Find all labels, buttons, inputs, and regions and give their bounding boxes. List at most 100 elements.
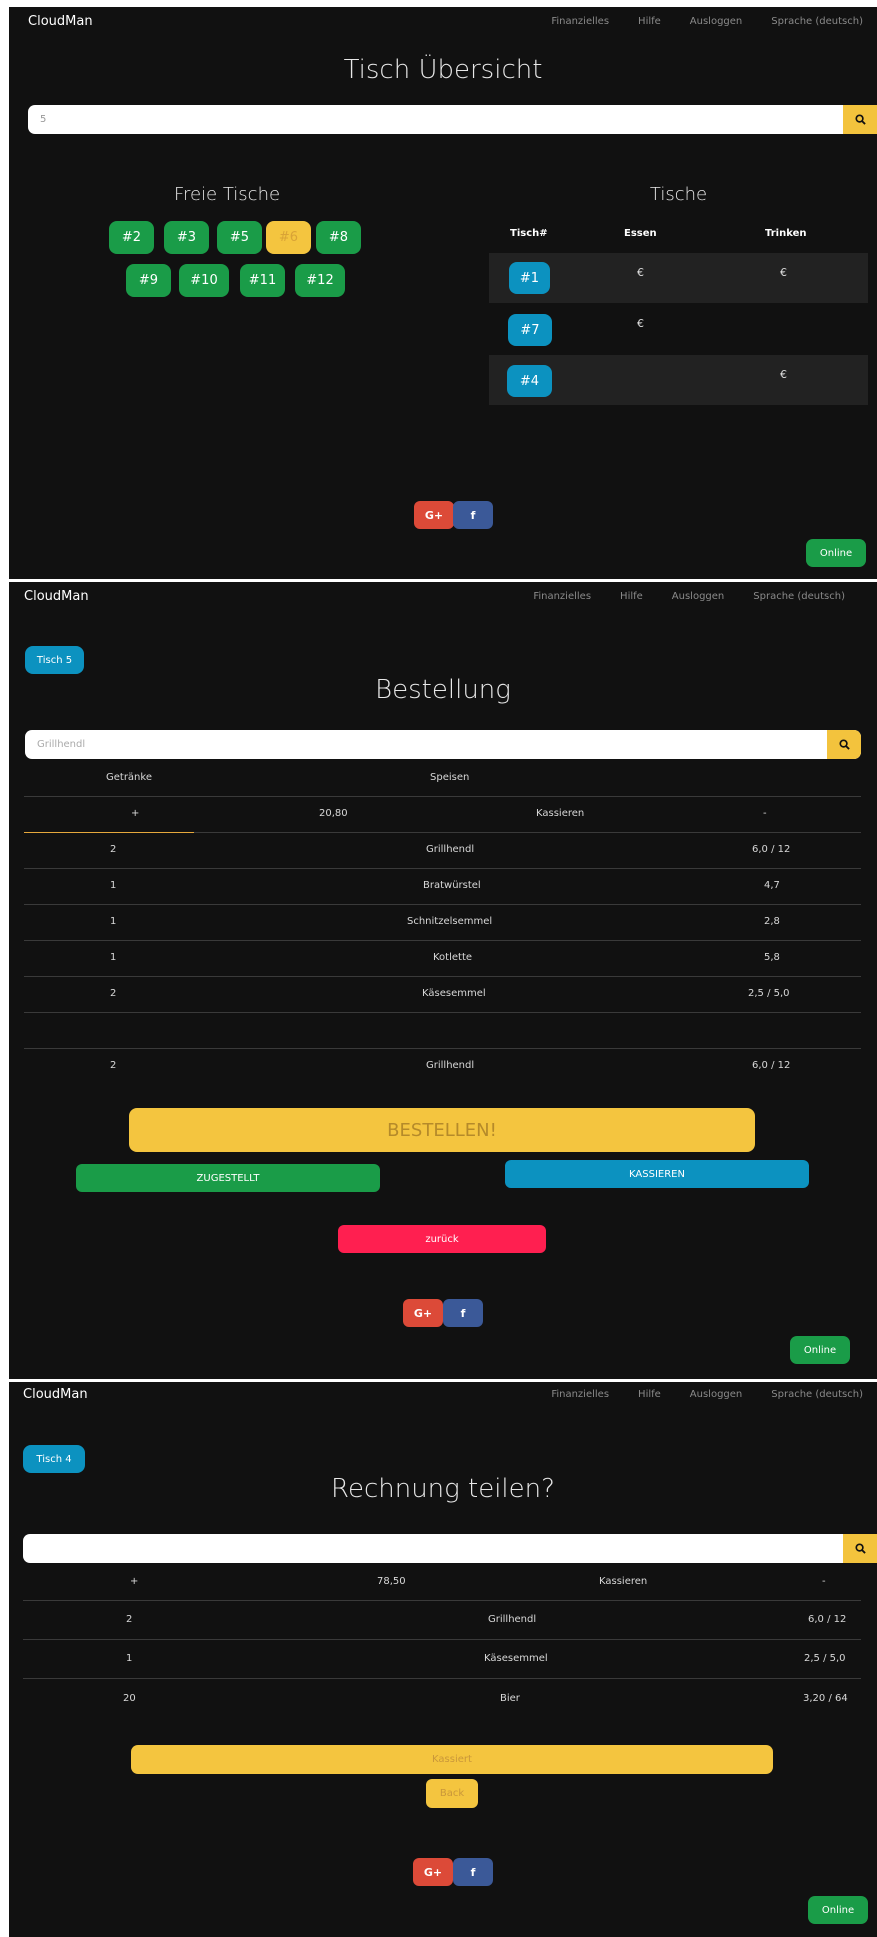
navbar: CloudMan Finanzielles Hilfe Ausloggen Sp… — [9, 1382, 877, 1414]
search-button[interactable] — [827, 730, 861, 759]
divider — [24, 940, 861, 941]
item-name: Schnitzelsemmel — [407, 916, 493, 927]
order-item-row[interactable]: 2 Grillhendl 6,0 / 12 — [24, 844, 861, 858]
facebook-button[interactable]: f — [453, 501, 493, 529]
nav-link-hilfe[interactable]: Hilfe — [638, 1389, 661, 1400]
nav-links: Finanzielles Hilfe Ausloggen Sprache (de… — [504, 591, 845, 602]
page-title: Rechnung teilen? — [331, 1474, 555, 1504]
google-plus-button[interactable]: G+ — [413, 1858, 453, 1886]
item-quantity: 2 — [110, 844, 117, 855]
search-button[interactable] — [843, 105, 877, 134]
order-item-row[interactable]: 1 Kotlette 5,8 — [24, 952, 861, 966]
table-button[interactable]: #4 — [507, 365, 552, 397]
facebook-button[interactable]: f — [443, 1299, 483, 1327]
table-badge[interactable]: Tisch 5 — [25, 646, 84, 674]
table-badge[interactable]: Tisch 4 — [23, 1445, 85, 1473]
remove-button[interactable]: - — [763, 808, 767, 819]
online-status-button[interactable]: Online — [806, 539, 866, 567]
search-icon — [854, 1543, 866, 1554]
remove-button[interactable]: - — [822, 1576, 826, 1587]
item-price: 6,0 / 12 — [752, 844, 791, 855]
page-title: Bestellung — [375, 675, 511, 705]
navbar: CloudMan Finanzielles Hilfe Ausloggen Sp… — [9, 7, 877, 39]
free-table-button[interactable]: #3 — [164, 221, 209, 254]
search-input[interactable] — [25, 730, 825, 759]
split-bill-screen: CloudMan Finanzielles Hilfe Ausloggen Sp… — [9, 1382, 877, 1937]
nav-link-hilfe[interactable]: Hilfe — [638, 16, 661, 27]
nav-link-sprache[interactable]: Sprache (deutsch) — [771, 1389, 863, 1400]
free-table-button[interactable]: #11 — [240, 264, 285, 297]
paid-button[interactable]: Kassiert — [131, 1745, 773, 1774]
checkout-link[interactable]: Kassieren — [536, 808, 584, 819]
back-button[interactable]: zurück — [338, 1225, 546, 1253]
tab-food[interactable]: Speisen — [430, 772, 469, 783]
table-overview-screen: CloudMan Finanzielles Hilfe Ausloggen Sp… — [9, 7, 877, 579]
divider — [24, 868, 861, 869]
free-table-button[interactable]: #8 — [316, 221, 361, 254]
free-table-button[interactable]: #10 — [179, 264, 229, 297]
brand-logo[interactable]: CloudMan — [28, 14, 93, 29]
search-input[interactable] — [28, 105, 841, 134]
google-plus-button[interactable]: G+ — [414, 501, 454, 529]
bill-total: 78,50 — [377, 1576, 406, 1587]
add-button[interactable]: + — [131, 808, 139, 819]
food-amount: € — [637, 317, 644, 330]
order-total: 20,80 — [319, 808, 348, 819]
table-search — [28, 105, 877, 134]
bill-item-row[interactable]: 2 Grillhendl 6,0 / 12 — [23, 1614, 861, 1628]
item-quantity: 2 — [110, 1060, 117, 1071]
free-table-button[interactable]: #12 — [295, 264, 345, 297]
brand-logo[interactable]: CloudMan — [24, 589, 89, 604]
table-button[interactable]: #7 — [508, 314, 552, 346]
nav-link-ausloggen[interactable]: Ausloggen — [672, 591, 724, 602]
back-button[interactable]: Back — [426, 1779, 478, 1808]
item-name: Käsesemmel — [422, 988, 486, 999]
item-name: Bier — [500, 1693, 520, 1704]
item-name: Grillhendl — [426, 1060, 475, 1071]
item-name: Käsesemmel — [484, 1653, 548, 1664]
google-plus-button[interactable]: G+ — [403, 1299, 443, 1327]
order-item-row[interactable]: 1 Schnitzelsemmel 2,8 — [24, 916, 861, 930]
new-order-item-row[interactable]: 2 Grillhendl 6,0 / 12 — [24, 1060, 861, 1074]
nav-link-sprache[interactable]: Sprache (deutsch) — [771, 16, 863, 27]
free-table-button[interactable]: #9 — [126, 264, 171, 297]
column-header-table: Tisch# — [510, 228, 548, 239]
nav-link-finanzielles[interactable]: Finanzielles — [551, 1389, 609, 1400]
search-button[interactable] — [843, 1534, 877, 1563]
nav-link-ausloggen[interactable]: Ausloggen — [690, 1389, 742, 1400]
online-status-button[interactable]: Online — [790, 1336, 850, 1364]
divider — [23, 1600, 861, 1601]
active-tab-indicator — [24, 832, 194, 833]
bill-item-row[interactable]: 20 Bier 3,20 / 64 — [23, 1693, 861, 1707]
free-table-button[interactable]: #5 — [217, 221, 262, 254]
divider — [24, 1048, 861, 1049]
order-item-row[interactable]: 2 Käsesemmel 2,5 / 5,0 — [24, 988, 861, 1002]
facebook-button[interactable]: f — [453, 1858, 493, 1886]
divider — [24, 904, 861, 905]
search-input[interactable] — [23, 1534, 841, 1563]
item-name: Bratwürstel — [423, 880, 481, 891]
delivered-button[interactable]: ZUGESTELLT — [76, 1164, 380, 1192]
checkout-link[interactable]: Kassieren — [599, 1576, 647, 1587]
item-name: Grillhendl — [488, 1614, 537, 1625]
nav-link-finanzielles[interactable]: Finanzielles — [551, 16, 609, 27]
tables-title: Tische — [649, 184, 708, 205]
brand-logo[interactable]: CloudMan — [23, 1387, 88, 1402]
nav-link-ausloggen[interactable]: Ausloggen — [690, 16, 742, 27]
item-price: 2,8 — [764, 916, 780, 927]
nav-link-hilfe[interactable]: Hilfe — [620, 591, 643, 602]
free-table-button-selected[interactable]: #6 — [266, 221, 311, 254]
divider — [24, 796, 861, 797]
navbar: CloudMan Finanzielles Hilfe Ausloggen Sp… — [9, 582, 877, 614]
bill-item-row[interactable]: 1 Käsesemmel 2,5 / 5,0 — [23, 1653, 861, 1667]
order-button[interactable]: BESTELLEN! — [129, 1108, 755, 1152]
nav-link-sprache[interactable]: Sprache (deutsch) — [753, 591, 845, 602]
tab-drinks[interactable]: Getränke — [106, 772, 152, 783]
free-table-button[interactable]: #2 — [109, 221, 154, 254]
checkout-button[interactable]: KASSIEREN — [505, 1160, 809, 1188]
order-item-row[interactable]: 1 Bratwürstel 4,7 — [24, 880, 861, 894]
nav-link-finanzielles[interactable]: Finanzielles — [533, 591, 591, 602]
table-button[interactable]: #1 — [509, 262, 550, 294]
add-button[interactable]: + — [130, 1576, 138, 1587]
online-status-button[interactable]: Online — [808, 1896, 868, 1924]
